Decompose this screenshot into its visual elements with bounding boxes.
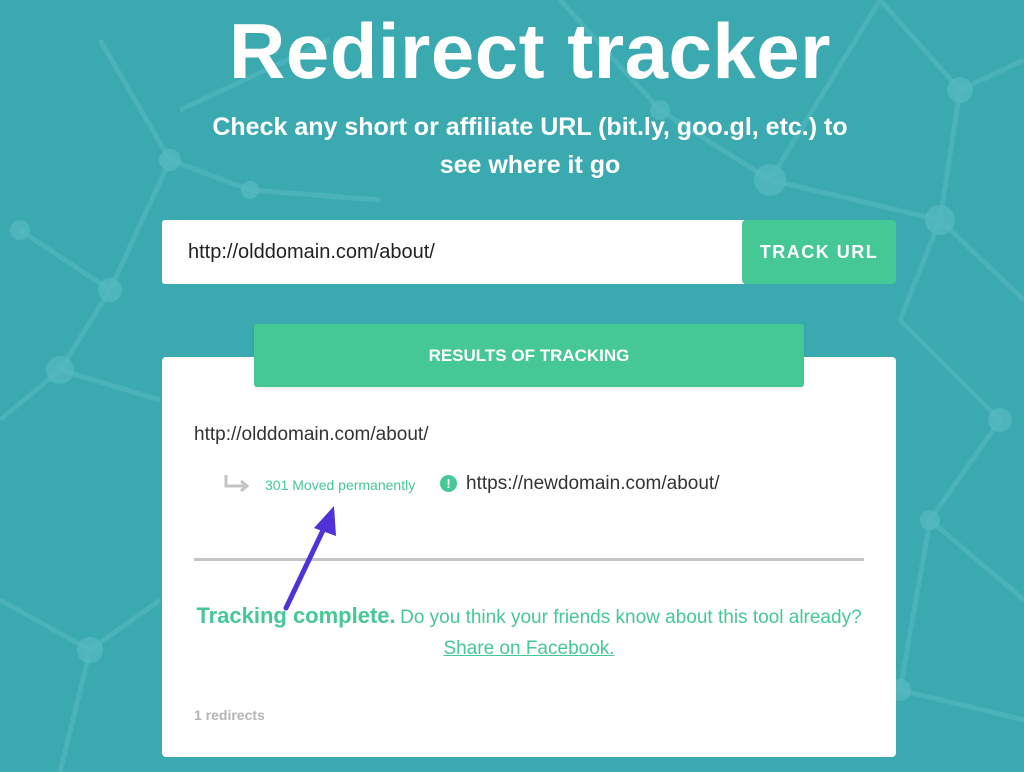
share-facebook-link[interactable]: Share on Facebook. xyxy=(162,638,896,660)
redirect-row: 301 Moved permanently ! https://newdomai… xyxy=(222,473,862,495)
url-input[interactable] xyxy=(162,220,744,284)
results-header: RESULTS OF TRACKING xyxy=(254,324,804,387)
redirect-status: 301 Moved permanently xyxy=(265,477,416,493)
results-card: http://olddomain.com/about/ 301 Moved pe… xyxy=(162,357,896,757)
url-form: TRACK URL xyxy=(162,220,896,284)
track-url-button[interactable]: TRACK URL xyxy=(742,220,896,284)
page-subtitle: Check any short or affiliate URL (bit.ly… xyxy=(212,113,848,179)
divider xyxy=(194,558,864,561)
exclaim-icon: ! xyxy=(440,475,457,492)
redirect-count: 1 redirects xyxy=(194,707,265,723)
redirect-arrow-icon xyxy=(224,475,250,493)
tracking-complete-message: Tracking complete. Do you think your fri… xyxy=(162,603,896,629)
source-url: http://olddomain.com/about/ xyxy=(194,424,429,445)
tracking-complete-label: Tracking complete. xyxy=(196,603,396,628)
tracking-complete-question: Do you think your friends know about thi… xyxy=(400,607,862,628)
target-url: https://newdomain.com/about/ xyxy=(466,473,720,494)
page-title: Redirect tracker xyxy=(229,7,831,95)
